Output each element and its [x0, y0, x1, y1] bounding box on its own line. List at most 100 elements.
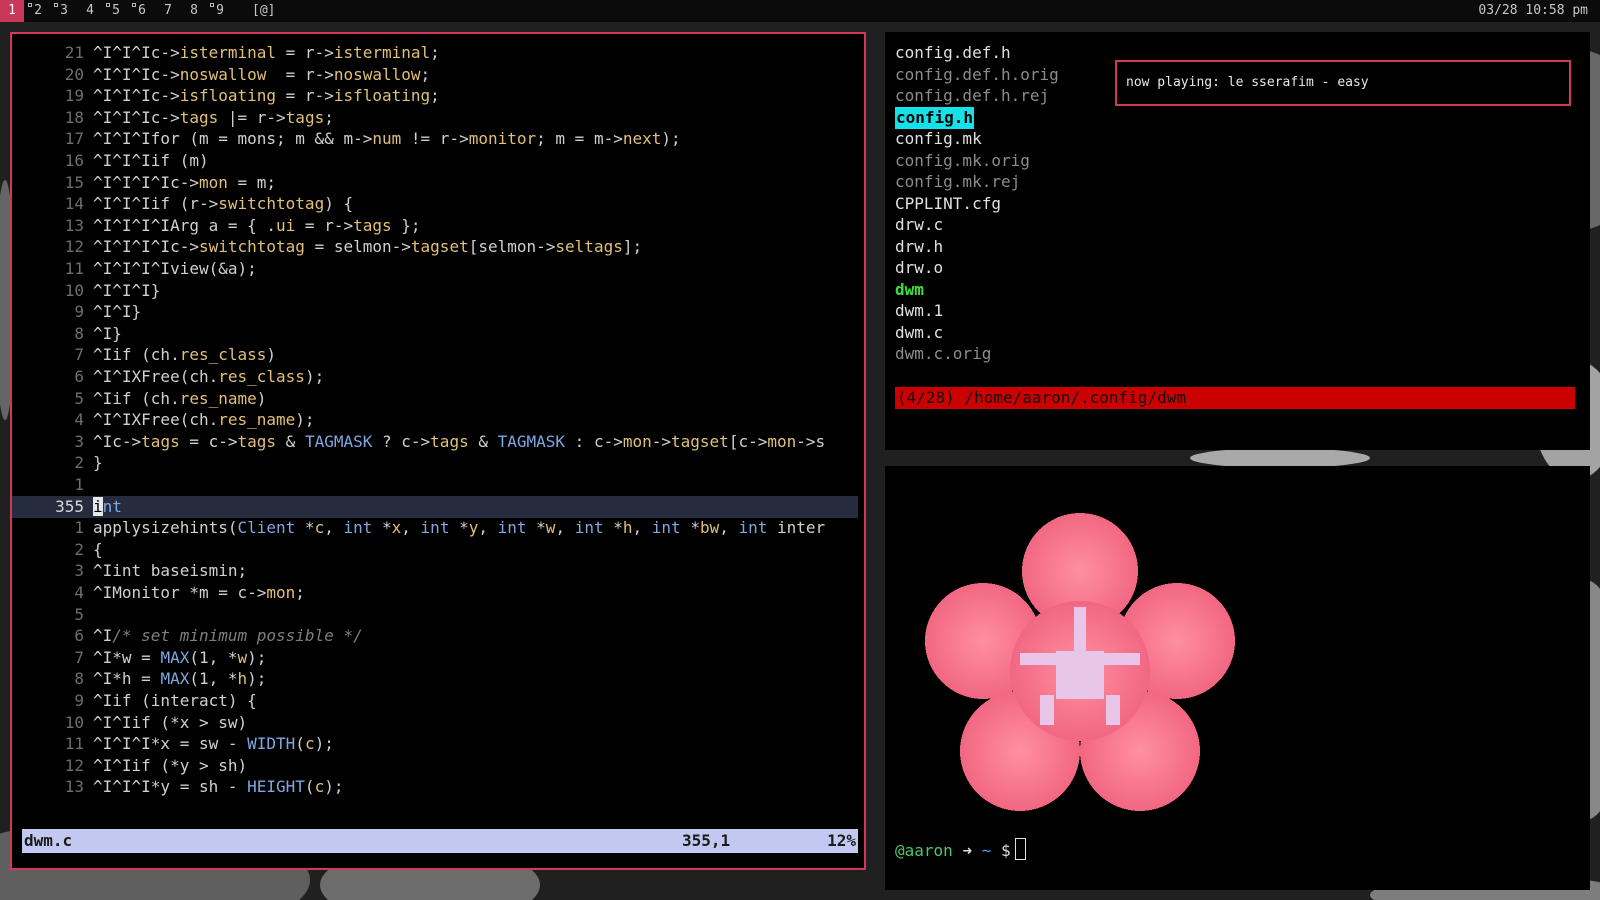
code-line[interactable]: 6 ^I^IXFree(ch.res_class);	[12, 366, 858, 388]
terminal-window[interactable]: @aaron ➜ ~ $	[885, 466, 1590, 890]
code-line[interactable]: 13 ^I^I^I*y = sh - HEIGHT(c);	[12, 776, 858, 798]
now-playing-notification[interactable]: now playing: le sserafim - easy	[1115, 60, 1571, 106]
line-code: ^Iif (ch.res_class)	[93, 345, 277, 365]
file-entry[interactable]: drw.c	[895, 214, 943, 236]
code-line[interactable]: 9 ^I^I}	[12, 301, 858, 323]
code-line[interactable]: 10 ^I^I^I}	[12, 280, 858, 302]
line-number: 3	[74, 561, 84, 581]
line-code: }	[93, 453, 103, 473]
file-entry[interactable]: CPPLINT.cfg	[895, 193, 1001, 215]
code-line[interactable]: 17 ^I^I^Ifor (m = mons; m && m->num != r-…	[12, 128, 858, 150]
line-number: 13	[64, 215, 84, 235]
line-number: 8	[74, 323, 84, 343]
file-entry[interactable]: config.mk	[895, 128, 982, 150]
prompt-user: @aaron	[895, 841, 953, 860]
file-entry[interactable]: config.def.h.orig	[895, 64, 1059, 86]
vim-statusline: dwm.c 355,1 12%	[22, 829, 858, 853]
line-number: 8	[74, 669, 84, 689]
line-number: 20	[64, 64, 84, 84]
file-entry[interactable]: config.mk.orig	[895, 150, 1030, 172]
line-number: 6	[74, 626, 84, 646]
tag-4[interactable]: 4	[78, 0, 102, 22]
code-line[interactable]: 1	[12, 474, 858, 496]
tag-5[interactable]: 5	[104, 0, 128, 22]
line-code: ^I}	[93, 323, 122, 343]
line-number: 4	[74, 410, 84, 430]
code-line[interactable]: 9 ^Iif (interact) {	[12, 690, 858, 712]
code-line[interactable]: 20 ^I^I^Ic->noswallow = r->noswallow;	[12, 64, 858, 86]
tag-8[interactable]: 8	[182, 0, 206, 22]
editor-buffer[interactable]: 21 ^I^I^Ic->isterminal = r->isterminal; 20…	[12, 42, 858, 802]
code-line[interactable]: 8 ^I*h = MAX(1, *h);	[12, 668, 858, 690]
code-line[interactable]: 1 applysizehints(Client *c, int *x, int *…	[12, 517, 858, 539]
code-line[interactable]: 5 ^Iif (ch.res_name)	[12, 388, 858, 410]
code-line[interactable]: 15 ^I^I^I^Ic->mon = m;	[12, 172, 858, 194]
code-line[interactable]: 8 ^I}	[12, 323, 858, 345]
code-line[interactable]: 16 ^I^I^Iif (m)	[12, 150, 858, 172]
code-line[interactable]: 7 ^I*w = MAX(1, *w);	[12, 647, 858, 669]
line-code: ^I^I^Ic->tags |= r->tags;	[93, 107, 334, 127]
clock: 03/28 10:58 pm	[1478, 3, 1588, 18]
shell-prompt[interactable]: @aaron ➜ ~ $	[895, 838, 1026, 862]
code-line[interactable]: 12 ^I^I^I^Ic->switchtotag = selmon->tagse…	[12, 236, 858, 258]
line-number: 3	[74, 431, 84, 451]
tag-9[interactable]: 9	[208, 0, 232, 22]
line-code: ^I^I^I}	[93, 280, 161, 300]
line-number: 15	[64, 172, 84, 192]
line-number: 7	[74, 647, 84, 667]
tag-1[interactable]: 1	[0, 0, 24, 22]
occupied-indicator-icon	[106, 3, 110, 7]
layout-indicator[interactable]: [@]	[252, 0, 275, 22]
file-entry[interactable]: drw.h	[895, 236, 943, 258]
code-line[interactable]: 6 ^I/* set minimum possible */	[12, 625, 858, 647]
file-entry-selected[interactable]: config.h	[895, 106, 975, 129]
code-line[interactable]: 11 ^I^I^I*x = sw - WIDTH(c);	[12, 733, 858, 755]
code-line[interactable]: 3 ^Iint baseismin;	[12, 560, 858, 582]
line-number: 11	[64, 734, 84, 754]
line-code: ^Iif (interact) {	[93, 691, 257, 710]
file-entry[interactable]: config.def.h	[895, 42, 1011, 64]
line-number: 19	[64, 86, 84, 106]
code-line[interactable]: 5	[12, 604, 858, 626]
file-entry[interactable]: dwm.1	[895, 300, 943, 322]
code-line[interactable]: 18 ^I^I^Ic->tags |= r->tags;	[12, 107, 858, 129]
line-code: ^I*w = MAX(1, *w);	[93, 647, 267, 667]
line-code: ^I^I^I^Iview(&a);	[93, 259, 257, 278]
code-line[interactable]: 2}	[12, 452, 858, 474]
tag-7[interactable]: 7	[156, 0, 180, 22]
file-entry[interactable]: dwm	[895, 279, 924, 301]
file-entry[interactable]: dwm.c.orig	[895, 343, 991, 365]
code-line[interactable]: 7 ^Iif (ch.res_class)	[12, 344, 858, 366]
code-line[interactable]: 10 ^I^Iif (*x > sw)	[12, 712, 858, 734]
code-line[interactable]: 21 ^I^I^Ic->isterminal = r->isterminal;	[12, 42, 858, 64]
tag-6[interactable]: 6	[130, 0, 154, 22]
code-line[interactable]: 4 ^I^IXFree(ch.res_name);	[12, 409, 858, 431]
file-entry[interactable]: dwm.c	[895, 322, 943, 344]
line-code: ^I^I^Iif (m)	[93, 151, 209, 170]
line-code: ^I^I^I*y = sh - HEIGHT(c);	[93, 777, 344, 797]
code-line[interactable]: 11 ^I^I^I^Iview(&a);	[12, 258, 858, 280]
code-line[interactable]: 13 ^I^I^I^IArg a = { .ui = r->tags };	[12, 215, 858, 237]
line-number: 11	[64, 259, 84, 278]
code-line[interactable]: 2{	[12, 539, 858, 561]
line-code: ^I^I^Ic->isfloating = r->isfloating;	[93, 86, 440, 106]
code-line[interactable]: 12 ^I^Iif (*y > sh)	[12, 755, 858, 777]
code-line[interactable]: 14 ^I^I^Iif (r->switchtotag) {	[12, 193, 858, 215]
tag-label: 9	[216, 3, 224, 18]
code-line[interactable]: 4 ^IMonitor *m = c->mon;	[12, 582, 858, 604]
line-number: 1	[74, 518, 84, 538]
tag-3[interactable]: 3	[52, 0, 76, 22]
line-number: 12	[64, 237, 84, 257]
current-line[interactable]: 355 int	[12, 495, 858, 518]
tag-2[interactable]: 2	[26, 0, 50, 22]
vim-window[interactable]: 21 ^I^I^Ic->isterminal = r->isterminal; 20…	[10, 32, 866, 870]
editor-cursor: i	[93, 496, 103, 516]
code-line[interactable]: 19 ^I^I^Ic->isfloating = r->isfloating;	[12, 85, 858, 107]
file-entry[interactable]: drw.o	[895, 257, 943, 279]
file-entry[interactable]: config.def.h.rej	[895, 85, 1049, 107]
file-entry[interactable]: config.mk.rej	[895, 171, 1020, 193]
prompt-dollar: $	[1001, 841, 1011, 860]
code-line[interactable]: 3 ^Ic->tags = c->tags & TAGMASK ? c->tags…	[12, 431, 858, 453]
line-code: ^Ic->tags = c->tags & TAGMASK ? c->tags …	[93, 431, 826, 451]
line-number: 17	[64, 129, 84, 149]
